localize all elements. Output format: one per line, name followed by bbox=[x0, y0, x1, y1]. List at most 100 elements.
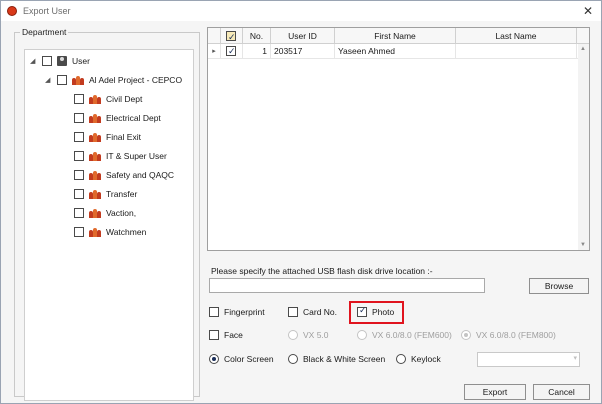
department-group: Department ◢ User ◢ Al Adel Project - CE… bbox=[14, 27, 200, 401]
face-checkbox[interactable] bbox=[209, 330, 219, 340]
cell-no: 1 bbox=[243, 44, 271, 58]
department-legend: Department bbox=[22, 27, 67, 37]
column-header-user-id[interactable]: User ID bbox=[271, 28, 335, 43]
vx60-fem600-option: VX 6.0/8.0 (FEM600) bbox=[357, 328, 452, 342]
usb-location-input[interactable] bbox=[209, 278, 485, 293]
fingerprint-option[interactable]: Fingerprint bbox=[209, 305, 265, 319]
select-all-column bbox=[221, 28, 243, 45]
keylock-label: Keylock bbox=[411, 354, 441, 364]
group-icon bbox=[89, 151, 101, 161]
export-button[interactable]: Export bbox=[464, 384, 526, 400]
group-icon bbox=[89, 113, 101, 123]
app-icon bbox=[7, 6, 17, 16]
column-header-last-name[interactable]: Last Name bbox=[456, 28, 577, 43]
export-user-window: Export User ✕ Department ◢ User ◢ Al Ade… bbox=[0, 0, 602, 404]
tree-node-department[interactable]: Transfer bbox=[74, 186, 137, 202]
vx60-fem800-label: VX 6.0/8.0 (FEM800) bbox=[476, 330, 556, 340]
tree-node-user[interactable]: ◢ User bbox=[30, 53, 90, 69]
cell-first-name: Yaseen Ahmed bbox=[335, 44, 456, 58]
tree-node-label: Civil Dept bbox=[106, 94, 143, 104]
title-bar: Export User ✕ bbox=[1, 1, 601, 21]
card-no-label: Card No. bbox=[303, 307, 338, 317]
column-header-first-name[interactable]: First Name bbox=[335, 28, 456, 43]
tree-node-department[interactable]: Civil Dept bbox=[74, 91, 142, 107]
keylock-option[interactable]: Keylock bbox=[396, 352, 441, 366]
column-header-no[interactable]: No. bbox=[243, 28, 271, 43]
user-icon bbox=[57, 56, 67, 66]
user-node-checkbox[interactable] bbox=[42, 56, 52, 66]
cancel-button[interactable]: Cancel bbox=[533, 384, 590, 400]
department-checkbox[interactable] bbox=[74, 151, 84, 161]
face-option[interactable]: Face bbox=[209, 328, 243, 342]
bw-screen-option[interactable]: Black & White Screen bbox=[288, 352, 385, 366]
window-title: Export User bbox=[23, 6, 71, 16]
project-node-checkbox[interactable] bbox=[57, 75, 67, 85]
department-checkbox[interactable] bbox=[74, 94, 84, 104]
row-check-cell bbox=[221, 44, 243, 59]
group-icon bbox=[89, 170, 101, 180]
tree-node-label: Al Adel Project - CEPCO bbox=[89, 75, 183, 85]
grid-scrollbar[interactable]: ▲ ▼ bbox=[578, 44, 589, 250]
tree-node-department[interactable]: Final Exit bbox=[74, 129, 141, 145]
fingerprint-checkbox[interactable] bbox=[209, 307, 219, 317]
tree-node-department[interactable]: Safety and QAQC bbox=[74, 167, 174, 183]
vx50-label: VX 5.0 bbox=[303, 330, 329, 340]
card-no-option[interactable]: Card No. bbox=[288, 305, 337, 319]
department-checkbox[interactable] bbox=[74, 227, 84, 237]
face-label: Face bbox=[224, 330, 243, 340]
tree-node-project[interactable]: ◢ Al Adel Project - CEPCO bbox=[45, 72, 182, 88]
tree-node-label: User bbox=[72, 56, 90, 66]
tree-node-department[interactable]: Watchmen bbox=[74, 224, 146, 240]
vx60-fem600-radio bbox=[357, 330, 367, 340]
department-checkbox[interactable] bbox=[74, 170, 84, 180]
scroll-up-icon[interactable]: ▲ bbox=[580, 46, 586, 52]
tree-node-department[interactable]: IT & Super User bbox=[74, 148, 167, 164]
select-all-checkbox[interactable] bbox=[226, 29, 236, 45]
bw-screen-label: Black & White Screen bbox=[303, 354, 386, 364]
tree-node-label: Watchmen bbox=[106, 227, 147, 237]
fingerprint-label: Fingerprint bbox=[224, 307, 265, 317]
device-combo[interactable]: ▾ bbox=[477, 352, 580, 367]
color-screen-radio[interactable] bbox=[209, 354, 219, 364]
vx60-fem800-option: VX 6.0/8.0 (FEM800) bbox=[461, 328, 556, 342]
group-icon bbox=[89, 189, 101, 199]
table-row[interactable]: ▸ 1 203517 Yaseen Ahmed bbox=[208, 44, 578, 59]
department-tree: ◢ User ◢ Al Adel Project - CEPCO Civil D… bbox=[24, 49, 194, 401]
group-icon bbox=[89, 94, 101, 104]
row-header-column bbox=[208, 28, 221, 43]
tree-node-label: Transfer bbox=[106, 189, 138, 199]
department-checkbox[interactable] bbox=[74, 132, 84, 142]
collapse-arrow-icon[interactable]: ◢ bbox=[45, 76, 53, 84]
group-icon bbox=[72, 75, 84, 85]
group-icon bbox=[89, 132, 101, 142]
vx60-fem800-radio bbox=[461, 330, 471, 340]
color-screen-option[interactable]: Color Screen bbox=[209, 352, 274, 366]
users-grid: No. User ID First Name Last Name ▸ 1 203… bbox=[207, 27, 590, 251]
bw-screen-radio[interactable] bbox=[288, 354, 298, 364]
tree-node-department[interactable]: Electrical Dept bbox=[74, 110, 161, 126]
row-selector-icon: ▸ bbox=[208, 44, 221, 58]
scroll-down-icon[interactable]: ▼ bbox=[580, 242, 586, 248]
color-screen-label: Color Screen bbox=[224, 354, 274, 364]
browse-button[interactable]: Browse bbox=[529, 278, 589, 294]
tree-node-label: Vaction, bbox=[106, 208, 137, 218]
department-checkbox[interactable] bbox=[74, 113, 84, 123]
tree-node-department[interactable]: Vaction, bbox=[74, 205, 136, 221]
vx50-option: VX 5.0 bbox=[288, 328, 329, 342]
tree-node-label: IT & Super User bbox=[106, 151, 167, 161]
usb-location-label: Please specify the attached USB flash di… bbox=[211, 266, 433, 276]
department-checkbox[interactable] bbox=[74, 189, 84, 199]
group-icon bbox=[89, 227, 101, 237]
row-checkbox[interactable] bbox=[226, 44, 236, 59]
keylock-radio[interactable] bbox=[396, 354, 406, 364]
chevron-down-icon[interactable]: ▾ bbox=[573, 354, 577, 362]
tree-node-label: Safety and QAQC bbox=[106, 170, 175, 180]
tree-node-label: Electrical Dept bbox=[106, 113, 161, 123]
card-no-checkbox[interactable] bbox=[288, 307, 298, 317]
cell-user-id: 203517 bbox=[271, 44, 335, 58]
cell-last-name bbox=[456, 44, 577, 58]
collapse-arrow-icon[interactable]: ◢ bbox=[30, 57, 38, 65]
grid-header: No. User ID First Name Last Name bbox=[208, 28, 589, 45]
department-checkbox[interactable] bbox=[74, 208, 84, 218]
close-icon[interactable]: ✕ bbox=[581, 4, 595, 18]
